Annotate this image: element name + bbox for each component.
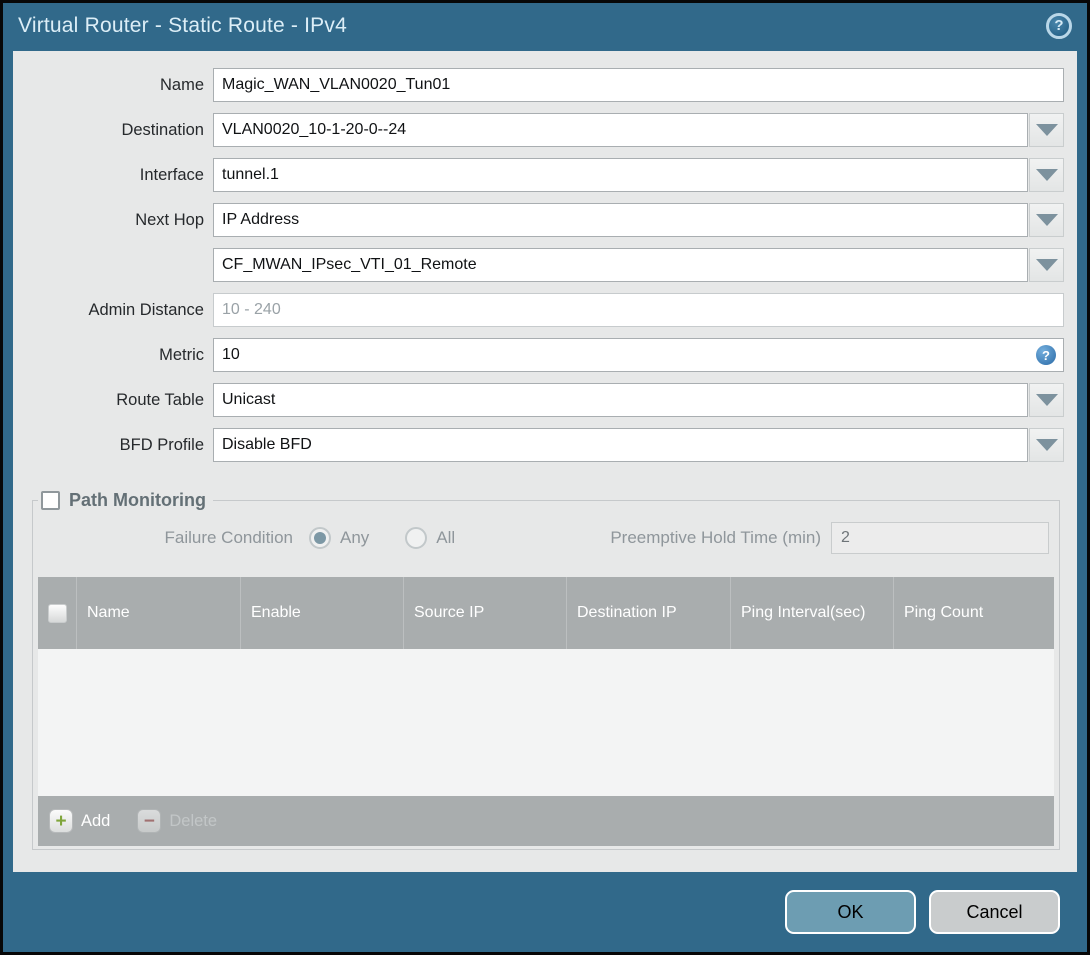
chevron-down-icon <box>1035 259 1058 271</box>
ok-button[interactable]: OK <box>785 890 916 934</box>
next-hop-address-field <box>213 248 1064 282</box>
select-all-checkbox[interactable] <box>47 603 67 623</box>
dialog-footer: OK Cancel <box>3 872 1087 952</box>
failure-condition-all-label: All <box>436 528 456 547</box>
destination-dropdown-button[interactable] <box>1029 113 1064 147</box>
chevron-down-icon <box>1035 394 1058 406</box>
table-toolbar: + Add − Delete <box>38 796 1054 846</box>
metric-row: Metric ? <box>13 338 1064 372</box>
metric-label: Metric <box>159 345 204 364</box>
destination-field <box>213 113 1064 147</box>
column-header-ping-interval[interactable]: Ping Interval(sec) <box>730 577 893 649</box>
route-table-dropdown-button[interactable] <box>1029 383 1064 417</box>
chevron-down-icon <box>1035 439 1058 451</box>
delete-button[interactable]: − Delete <box>137 809 217 833</box>
metric-help-icon[interactable]: ? <box>1036 345 1056 365</box>
path-monitoring-legend: Path Monitoring <box>38 490 213 511</box>
bfd-profile-label: BFD Profile <box>119 435 204 454</box>
add-button-label: Add <box>81 811 111 830</box>
table-body-empty <box>38 649 1054 796</box>
failure-condition-all-radio[interactable] <box>405 527 428 549</box>
plus-icon: + <box>49 809 73 833</box>
route-table-field <box>213 383 1064 417</box>
destination-row: Destination <box>13 113 1064 147</box>
name-field <box>213 68 1064 102</box>
next-hop-address-input[interactable] <box>213 248 1028 282</box>
next-hop-type-field <box>213 203 1064 237</box>
failure-condition-any-radio[interactable] <box>309 527 331 549</box>
column-header-name[interactable]: Name <box>76 577 240 649</box>
metric-input[interactable] <box>213 338 1064 372</box>
next-hop-type-input[interactable] <box>213 203 1028 237</box>
admin-distance-label: Admin Distance <box>88 300 204 319</box>
failure-condition-label: Failure Condition <box>164 528 293 547</box>
interface-dropdown-button[interactable] <box>1029 158 1064 192</box>
bfd-profile-field <box>213 428 1064 462</box>
failure-condition-any-label: Any <box>340 528 370 547</box>
table-header-checkbox-cell <box>38 577 76 649</box>
path-monitoring-section: Path Monitoring Failure Condition Any Al… <box>32 490 1060 850</box>
bfd-profile-input[interactable] <box>213 428 1028 462</box>
column-header-ping-count[interactable]: Ping Count <box>893 577 1054 649</box>
column-header-enable[interactable]: Enable <box>240 577 403 649</box>
metric-field: ? <box>213 338 1064 372</box>
route-table-label: Route Table <box>116 390 204 409</box>
path-monitoring-title: Path Monitoring <box>69 490 206 510</box>
path-monitoring-table: Name Enable Source IP Destination IP Pin… <box>38 577 1054 846</box>
name-row: Name <box>13 68 1064 102</box>
admin-distance-field <box>213 293 1064 327</box>
bfd-profile-dropdown-button[interactable] <box>1029 428 1064 462</box>
next-hop-address-row <box>13 248 1064 282</box>
minus-icon: − <box>137 809 162 833</box>
path-monitoring-checkbox[interactable] <box>41 491 60 510</box>
next-hop-row: Next Hop <box>13 203 1064 237</box>
route-table-row: Route Table <box>13 383 1064 417</box>
destination-label: Destination <box>121 120 204 139</box>
admin-distance-row: Admin Distance <box>13 293 1064 327</box>
dialog-body: Name Destination Interface <box>13 51 1077 872</box>
chevron-down-icon <box>1035 214 1058 226</box>
next-hop-type-dropdown-button[interactable] <box>1029 203 1064 237</box>
next-hop-label: Next Hop <box>135 210 204 229</box>
column-header-source-ip[interactable]: Source IP <box>403 577 566 649</box>
dialog-title: Virtual Router - Static Route - IPv4 <box>18 13 347 37</box>
name-input[interactable] <box>213 68 1064 102</box>
question-mark-glyph: ? <box>1054 17 1064 34</box>
cancel-button[interactable]: Cancel <box>929 890 1060 934</box>
interface-row: Interface <box>13 158 1064 192</box>
table-header-row: Name Enable Source IP Destination IP Pin… <box>38 577 1054 649</box>
destination-input[interactable] <box>213 113 1028 147</box>
interface-input[interactable] <box>213 158 1028 192</box>
failure-condition-row: Failure Condition Any All Preemptive Hol… <box>37 521 1049 555</box>
admin-distance-input[interactable] <box>213 293 1064 327</box>
question-mark-glyph: ? <box>1042 347 1050 363</box>
delete-button-label: Delete <box>169 811 218 830</box>
preemptive-hold-time-input[interactable] <box>831 522 1049 554</box>
interface-field <box>213 158 1064 192</box>
add-button[interactable]: + Add <box>49 809 110 833</box>
static-route-dialog: Virtual Router - Static Route - IPv4 ? N… <box>0 0 1090 955</box>
chevron-down-icon <box>1035 124 1058 136</box>
chevron-down-icon <box>1035 169 1058 181</box>
route-table-input[interactable] <box>213 383 1028 417</box>
column-header-destination-ip[interactable]: Destination IP <box>566 577 730 649</box>
dialog-titlebar: Virtual Router - Static Route - IPv4 ? <box>3 3 1087 48</box>
preemptive-hold-time-label: Preemptive Hold Time (min) <box>610 528 821 547</box>
bfd-profile-row: BFD Profile <box>13 428 1064 462</box>
interface-label: Interface <box>139 165 204 184</box>
name-label: Name <box>159 75 204 94</box>
help-icon[interactable]: ? <box>1046 12 1072 39</box>
next-hop-address-dropdown-button[interactable] <box>1029 248 1064 282</box>
